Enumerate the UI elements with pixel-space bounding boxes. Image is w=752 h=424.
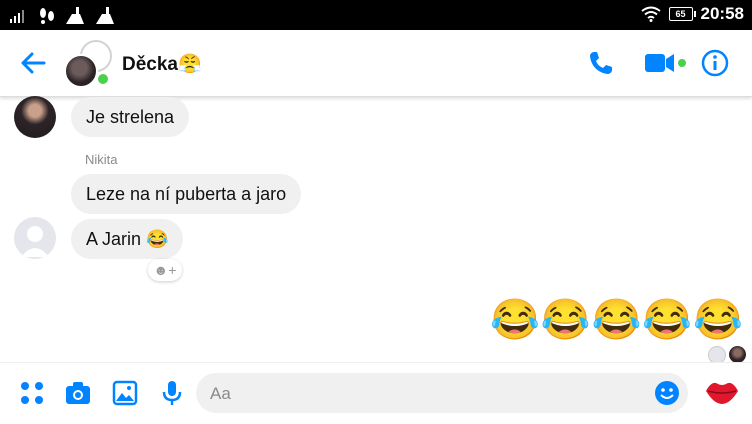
add-reaction-button[interactable]: ☻+ bbox=[148, 259, 182, 281]
battery-icon: 65 bbox=[668, 7, 696, 21]
clock: 20:58 bbox=[700, 4, 744, 23]
gallery-icon[interactable] bbox=[111, 379, 139, 407]
group-avatar[interactable] bbox=[64, 40, 112, 88]
back-arrow-icon[interactable] bbox=[18, 48, 48, 78]
phone-icon[interactable] bbox=[586, 48, 616, 78]
composer-bar: Aa bbox=[0, 362, 752, 424]
emoji-picker-icon[interactable] bbox=[654, 380, 680, 406]
message-input[interactable]: Aa bbox=[196, 373, 688, 413]
message-text: Leze na ní puberta a jaro bbox=[86, 184, 287, 204]
kiss-lips-icon[interactable] bbox=[704, 377, 740, 407]
avatar bbox=[64, 54, 98, 88]
message-text: A Jarin 😂 bbox=[86, 229, 169, 249]
apps-grid-icon[interactable] bbox=[18, 379, 46, 407]
message-bubble[interactable]: Leze na ní puberta a jaro bbox=[71, 174, 302, 214]
online-indicator bbox=[96, 72, 110, 86]
chat-header: Děcka😤 bbox=[0, 30, 752, 97]
camera-icon[interactable] bbox=[64, 379, 92, 407]
status-left-icons bbox=[10, 6, 116, 26]
avatar[interactable] bbox=[14, 217, 56, 259]
avatar[interactable] bbox=[14, 96, 56, 138]
cleaner-icon bbox=[96, 7, 114, 24]
video-call-icon[interactable] bbox=[644, 48, 688, 78]
message-text: Je strelena bbox=[86, 107, 175, 127]
status-right-icons: 65 20:58 bbox=[640, 4, 744, 24]
cleaner-icon bbox=[66, 7, 84, 24]
chat-title[interactable]: Děcka😤 bbox=[122, 52, 202, 76]
message-bubble[interactable]: A Jarin 😂 bbox=[71, 219, 184, 259]
seen-avatar bbox=[729, 346, 746, 363]
status-bar: 65 20:58 bbox=[0, 0, 752, 30]
signal-icon bbox=[10, 10, 24, 23]
message-input-placeholder: Aa bbox=[210, 384, 231, 403]
default-avatar-icon bbox=[21, 226, 49, 257]
message-bubble[interactable]: Je strelena bbox=[71, 97, 190, 137]
sender-name: Nikita bbox=[85, 152, 118, 167]
wifi-icon bbox=[640, 6, 661, 22]
info-icon[interactable] bbox=[700, 48, 730, 78]
footsteps-icon bbox=[40, 8, 54, 24]
sent-emoji-message[interactable]: 😂😂😂😂😂 bbox=[490, 296, 744, 343]
microphone-icon[interactable] bbox=[158, 379, 186, 407]
